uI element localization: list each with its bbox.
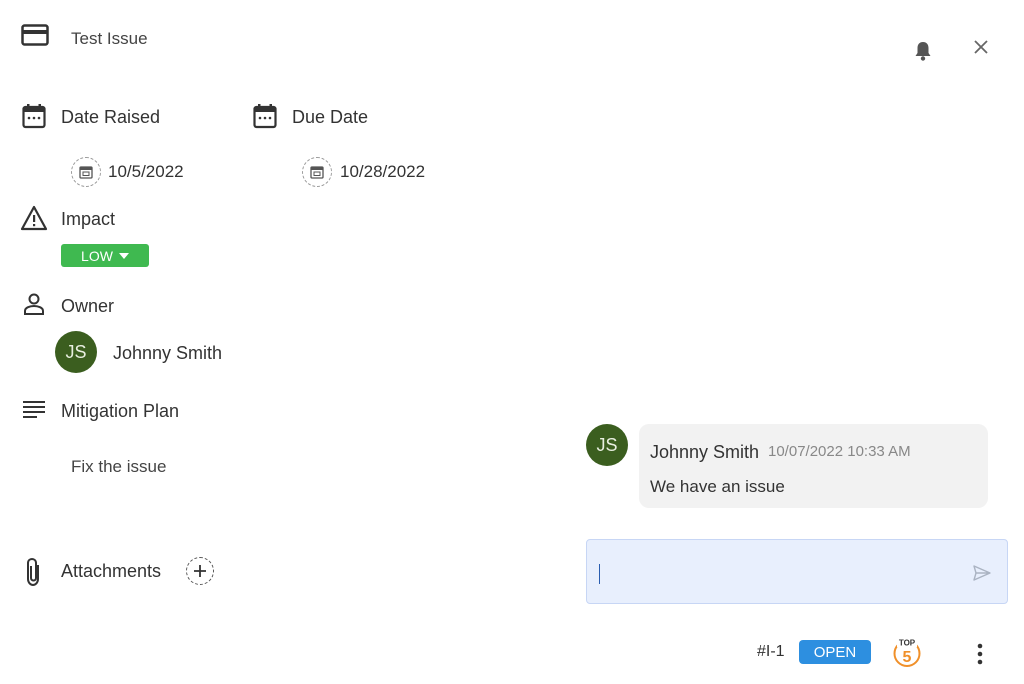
- paperclip-icon: [24, 557, 44, 587]
- top5-number: 5: [903, 649, 912, 666]
- due-date-value[interactable]: 10/28/2022: [340, 162, 425, 182]
- small-calendar-icon: [79, 165, 93, 179]
- issue-id: #I-1: [757, 643, 785, 660]
- impact-value: LOW: [81, 247, 113, 264]
- calendar-icon: [253, 103, 277, 129]
- due-date-label: Due Date: [292, 107, 369, 127]
- date-raised-picker[interactable]: [71, 157, 101, 187]
- card-icon: [21, 24, 49, 46]
- status-badge[interactable]: OPEN: [799, 640, 871, 664]
- due-date-picker[interactable]: [302, 157, 332, 187]
- mitigation-label: Mitigation Plan: [61, 401, 180, 421]
- close-icon[interactable]: [973, 39, 989, 55]
- issue-title[interactable]: Test Issue: [71, 29, 148, 49]
- add-attachment-button[interactable]: [186, 557, 214, 585]
- caret-down-icon: [118, 252, 129, 259]
- comment-timestamp: 10/07/2022 10:33 AM: [768, 443, 911, 460]
- status-text: OPEN: [813, 643, 857, 661]
- more-vertical-icon[interactable]: [977, 643, 983, 665]
- comment-text: We have an issue: [650, 477, 785, 496]
- date-raised-label: Date Raised: [61, 107, 161, 127]
- text-lines-icon: [23, 400, 45, 420]
- impact-label: Impact: [61, 209, 116, 229]
- comment-author: Johnny Smith: [650, 442, 760, 462]
- date-raised-value[interactable]: 10/5/2022: [108, 162, 184, 182]
- bell-icon[interactable]: [913, 40, 933, 62]
- impact-dropdown[interactable]: LOW: [61, 244, 149, 267]
- text-cursor: [599, 564, 600, 584]
- plus-icon: [193, 564, 207, 578]
- comment-bubble: Johnny Smith 10/07/2022 10:33 AM We have…: [639, 424, 988, 508]
- comment-input[interactable]: [586, 539, 1008, 604]
- owner-name[interactable]: Johnny Smith: [113, 343, 222, 364]
- comment-avatar[interactable]: JS: [586, 424, 628, 466]
- top5-icon[interactable]: TOP 5: [890, 637, 924, 667]
- mitigation-text[interactable]: Fix the issue: [71, 457, 166, 477]
- attachments-label: Attachments: [61, 561, 162, 581]
- avatar[interactable]: JS: [55, 331, 97, 373]
- owner-label: Owner: [61, 296, 115, 316]
- calendar-icon: [22, 103, 46, 129]
- person-icon: [22, 292, 46, 316]
- avatar-initials: JS: [596, 434, 618, 455]
- small-calendar-icon: [310, 165, 324, 179]
- avatar-initials: JS: [65, 341, 87, 362]
- top5-label: TOP: [899, 639, 916, 648]
- warning-icon: [20, 205, 48, 231]
- send-icon[interactable]: [973, 565, 991, 581]
